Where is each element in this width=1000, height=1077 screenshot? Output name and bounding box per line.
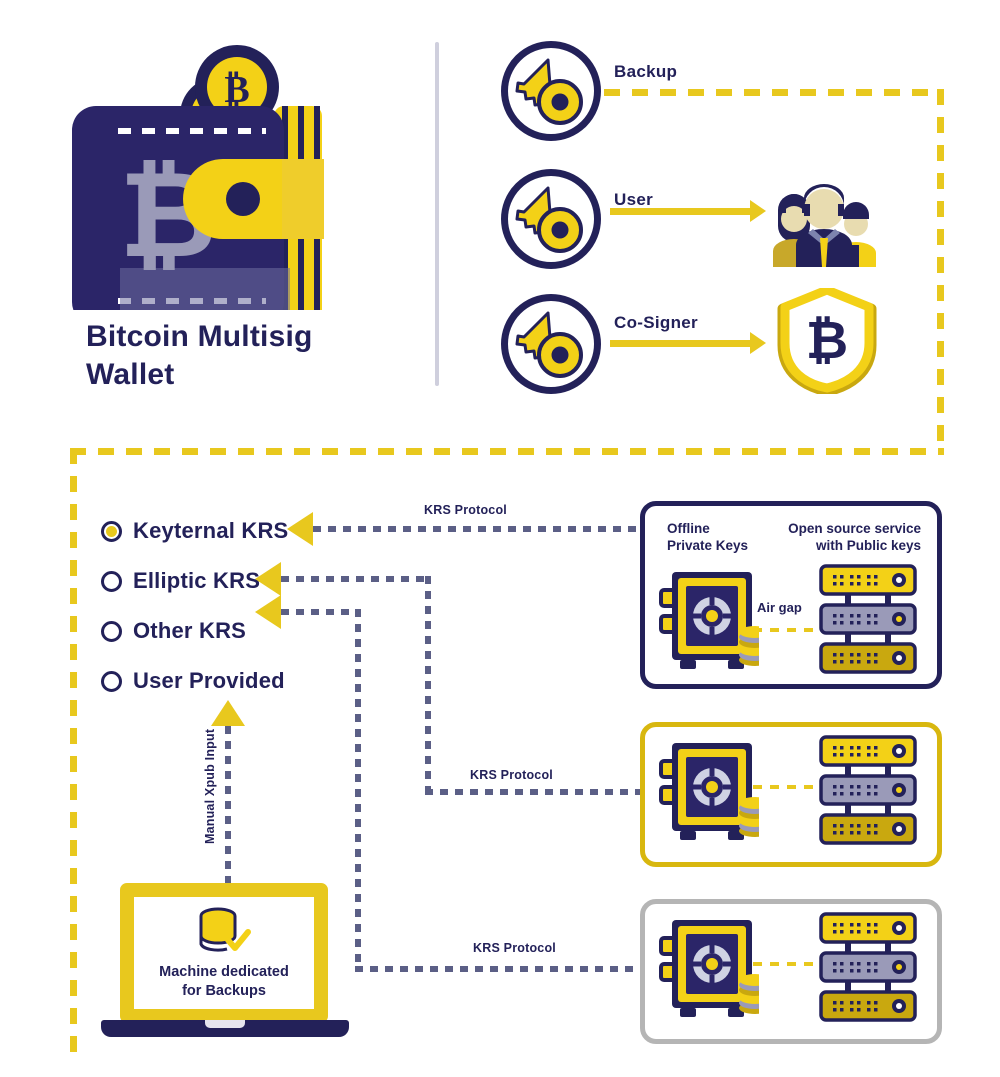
arrowhead-to-elliptic xyxy=(255,562,281,596)
key-label-cosigner: Co-Signer xyxy=(614,313,698,332)
krs-option-elliptic[interactable]: Elliptic KRS xyxy=(101,568,260,594)
key-circle-backup xyxy=(501,41,601,141)
panel-header-left-line2: Private Keys xyxy=(667,538,749,553)
server-rack-icon xyxy=(819,735,917,845)
arrowhead-manual-xpub xyxy=(211,700,245,726)
page-title-line1: Bitcoin Multisig xyxy=(86,320,313,353)
server-rack-icon xyxy=(819,564,917,674)
key-circle-user xyxy=(501,169,601,269)
radio-other[interactable] xyxy=(101,620,122,642)
krs-option-keyternal[interactable]: Keyternal KRS xyxy=(101,518,288,544)
krs-option-label: Other KRS xyxy=(133,618,247,643)
krs-option-label: User Provided xyxy=(133,668,285,693)
connector-manual-xpub-line xyxy=(225,726,231,891)
arrowhead-to-other xyxy=(255,595,281,629)
bitcoin-shield-icon: ₿ xyxy=(777,288,877,394)
svg-text:₿: ₿ xyxy=(806,312,848,370)
arrowhead-to-keyternal xyxy=(287,512,313,546)
users-group-icon xyxy=(773,184,876,267)
backup-route-bottom xyxy=(70,448,944,455)
arrow-cosigner-head xyxy=(750,332,766,354)
server-rack-icon xyxy=(819,912,917,1022)
krs-option-label: Keyternal KRS xyxy=(133,518,289,543)
laptop-trackpad-notch xyxy=(205,1020,245,1028)
page-title-line2: Wallet xyxy=(86,358,175,391)
connector-2-seg3 xyxy=(425,789,640,795)
safe-icon xyxy=(659,572,759,669)
krs-option-other[interactable]: Other KRS xyxy=(101,618,246,644)
page-title: Bitcoin Multisig Wallet xyxy=(86,318,416,394)
connector-2-seg1 xyxy=(281,576,431,582)
backup-route-top xyxy=(604,89,944,96)
arrow-user-line xyxy=(610,208,750,215)
database-check-icon xyxy=(199,907,251,952)
laptop-caption-line2: for Backups xyxy=(182,983,266,999)
key-label-user: User xyxy=(614,190,654,209)
arrow-cosigner-line xyxy=(610,340,750,347)
panel-header-left: Offline Private Keys xyxy=(667,520,748,554)
label-krs-protocol-2: KRS Protocol xyxy=(470,768,553,782)
panel-header-right-line1: Open source service xyxy=(788,521,921,536)
panel-header-left-line1: Offline xyxy=(667,521,710,536)
key-circle-cosigner xyxy=(501,294,601,394)
radio-elliptic[interactable] xyxy=(101,570,122,592)
connector-2-seg2 xyxy=(425,576,431,793)
panel-header-right-line2: with Public keys xyxy=(815,538,921,553)
label-air-gap: Air gap xyxy=(757,600,802,615)
connector-1-line xyxy=(313,526,638,532)
laptop-screen: Machine dedicated for Backups xyxy=(120,883,328,1023)
laptop-caption: Machine dedicated for Backups xyxy=(134,963,314,1001)
panel-offline-keys-gray xyxy=(640,899,942,1044)
label-krs-protocol-1: KRS Protocol xyxy=(424,503,507,517)
bitcoin-wallet-illustration: ₿ ₿ ₿ xyxy=(72,45,324,310)
backup-route-left xyxy=(70,448,77,1052)
krs-option-label: Elliptic KRS xyxy=(133,568,261,593)
label-krs-protocol-3: KRS Protocol xyxy=(473,941,556,955)
backup-route-right xyxy=(937,89,944,451)
key-icon xyxy=(515,186,583,253)
connector-3-seg3 xyxy=(355,966,640,972)
krs-option-user-provided[interactable]: User Provided xyxy=(101,668,285,694)
key-icon xyxy=(515,58,583,125)
diagram-canvas: ₿ ₿ ₿ Bitcoin Multisig Wallet xyxy=(0,0,1000,1077)
panel-header-right: Open source service with Public keys xyxy=(788,520,921,554)
panel-offline-keys-navy: Offline Private Keys Open source service… xyxy=(640,501,942,689)
radio-user-provided[interactable] xyxy=(101,670,122,692)
safe-icon xyxy=(659,920,759,1017)
radio-keyternal[interactable] xyxy=(101,520,122,542)
key-label-backup: Backup xyxy=(614,62,678,81)
svg-text:₿: ₿ xyxy=(224,69,249,111)
key-icon xyxy=(515,311,583,378)
safe-icon xyxy=(659,743,759,840)
connector-3-seg2 xyxy=(355,609,361,970)
connector-3-seg1 xyxy=(281,609,361,615)
panel-offline-keys-yellow xyxy=(640,722,942,867)
section-divider xyxy=(435,42,439,386)
label-manual-xpub: Manual Xpub Input xyxy=(203,728,217,844)
laptop-caption-line1: Machine dedicated xyxy=(159,964,289,980)
